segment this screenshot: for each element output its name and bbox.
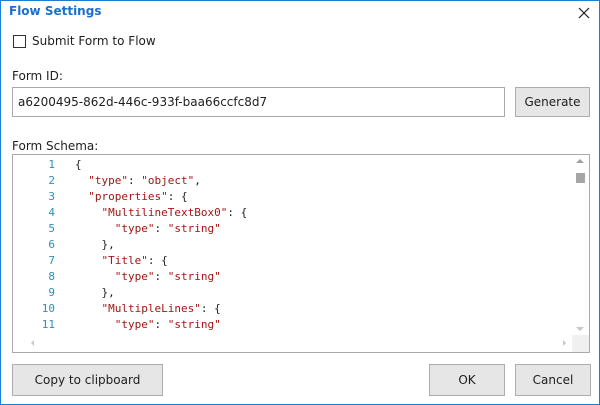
code-line: 1{ <box>13 157 572 173</box>
form-schema-editor[interactable]: 1{2 "type": "object", 3 "properties": {4 … <box>12 154 590 353</box>
code-area[interactable]: 1{2 "type": "object", 3 "properties": {4 … <box>13 155 572 336</box>
code-line: 6 }, <box>13 237 572 253</box>
code-line: 3 "properties": { <box>13 189 572 205</box>
scroll-right-arrow-icon[interactable] <box>563 340 566 346</box>
line-number: 9 <box>48 286 55 299</box>
line-number: 10 <box>41 302 55 315</box>
form-id-input[interactable] <box>12 87 505 117</box>
code-line: 10 "MultipleLines": { <box>13 301 572 317</box>
code-line: 9 }, <box>13 285 572 301</box>
flow-settings-dialog: Flow Settings Submit Form to Flow Form I… <box>0 0 600 405</box>
line-number: 1 <box>48 158 55 171</box>
code-text: { <box>75 158 82 171</box>
code-line: 8 "type": "string" <box>13 269 572 285</box>
code-line: 5 "type": "string" <box>13 221 572 237</box>
code-line: 2 "type": "object", <box>13 173 572 189</box>
form-schema-label: Form Schema: <box>12 139 99 153</box>
code-text: }, <box>75 238 115 251</box>
code-text: "type": "string" <box>114 318 221 331</box>
line-number: 2 <box>48 174 55 187</box>
close-button[interactable] <box>573 2 595 24</box>
scroll-down-arrow-icon[interactable] <box>576 327 584 331</box>
line-number: 5 <box>48 222 55 235</box>
code-text: "Title": { <box>101 254 168 267</box>
title-bar: Flow Settings <box>1 1 599 25</box>
scrollbar-thumb[interactable] <box>576 173 585 183</box>
line-number: 4 <box>48 206 55 219</box>
line-number: 3 <box>48 190 55 203</box>
submit-form-to-flow-label[interactable]: Submit Form to Flow <box>32 34 156 48</box>
form-id-label: Form ID: <box>12 69 63 83</box>
submit-form-to-flow-option[interactable]: Submit Form to Flow <box>13 33 156 49</box>
code-line: 11 "type": "string" <box>13 317 572 333</box>
code-text: "type": "object", <box>88 174 201 187</box>
copy-to-clipboard-button[interactable]: Copy to clipboard <box>12 364 163 396</box>
code-text: "properties": { <box>88 190 188 203</box>
close-icon <box>578 7 590 19</box>
code-text: }, <box>75 286 115 299</box>
vertical-scrollbar[interactable] <box>572 155 589 336</box>
code-line: 4 "MultilineTextBox0": { <box>13 205 572 221</box>
code-text: "MultilineTextBox0": { <box>101 206 248 219</box>
scroll-up-arrow-icon[interactable] <box>576 159 584 163</box>
scroll-left-arrow-icon[interactable] <box>31 340 34 346</box>
submit-form-to-flow-checkbox[interactable] <box>13 34 26 48</box>
cancel-button[interactable]: Cancel <box>515 364 591 396</box>
horizontal-scrollbar[interactable] <box>13 335 572 352</box>
code-text: "type": "string" <box>114 270 221 283</box>
line-number: 6 <box>48 238 55 251</box>
scrollbar-corner <box>572 335 589 352</box>
line-number: 8 <box>48 270 55 283</box>
code-line: 7 "Title": { <box>13 253 572 269</box>
dialog-title: Flow Settings <box>9 4 102 18</box>
generate-button[interactable]: Generate <box>515 87 590 117</box>
line-number: 11 <box>41 318 55 331</box>
line-number: 7 <box>48 254 55 267</box>
code-text: "type": "string" <box>114 222 221 235</box>
code-text: "MultipleLines": { <box>101 302 221 315</box>
ok-button[interactable]: OK <box>429 364 505 396</box>
